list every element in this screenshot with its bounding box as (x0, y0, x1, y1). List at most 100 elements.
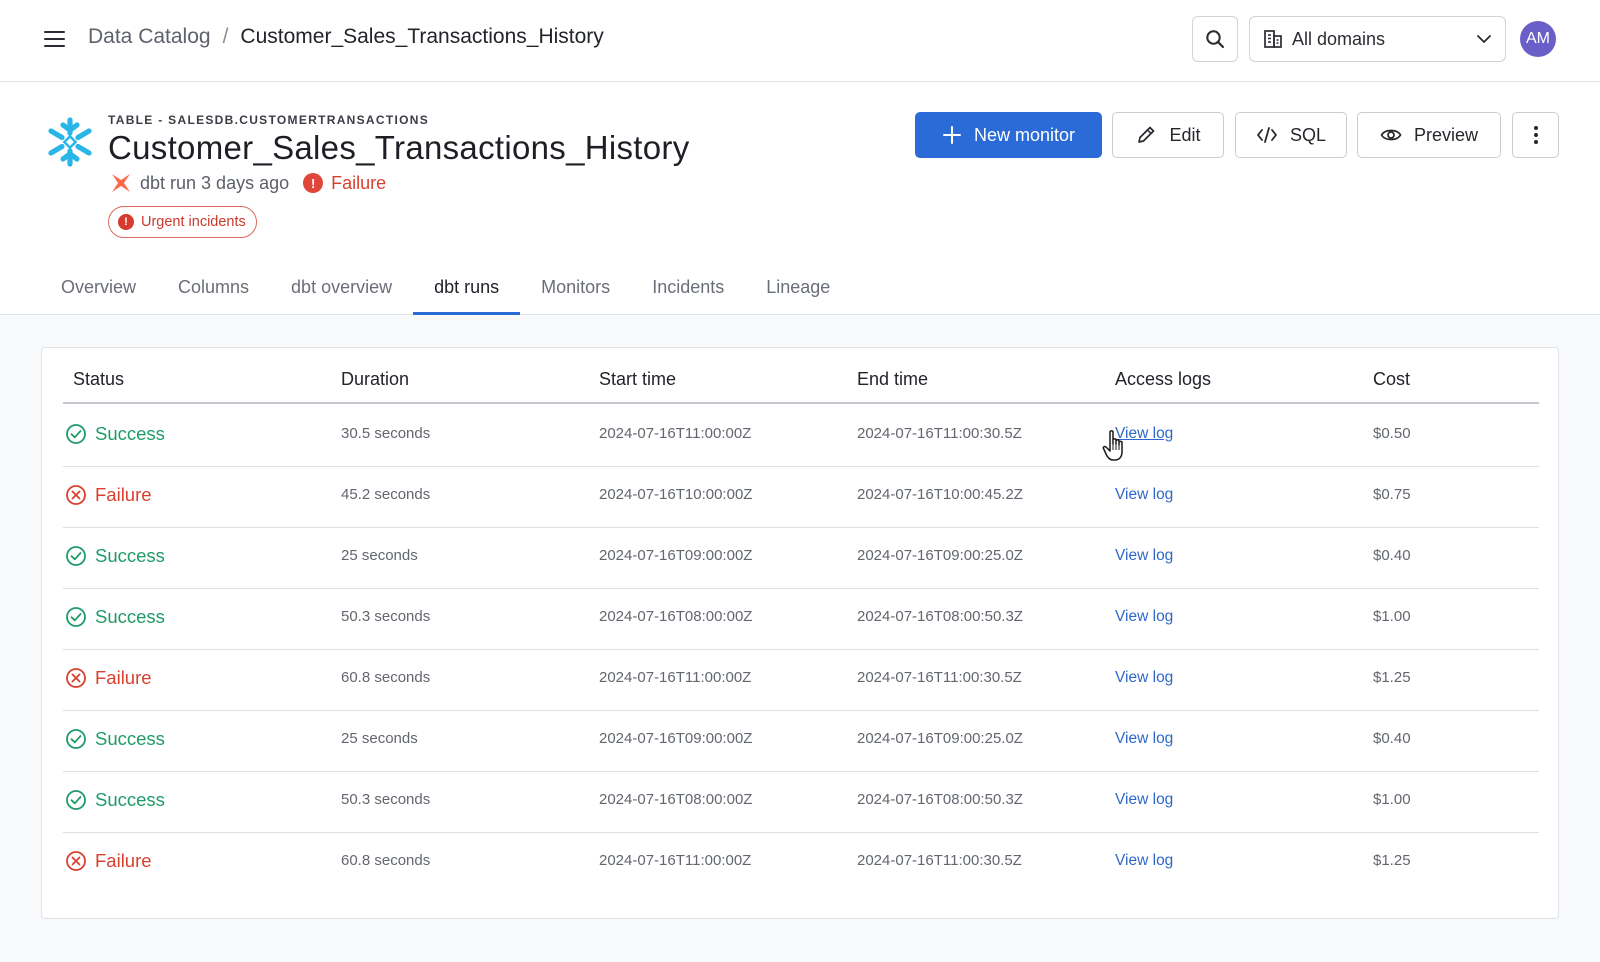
run-end-time: 2024-07-16T10:00:45.2Z (857, 486, 1023, 503)
table-row: Failure 45.2 seconds 2024-07-16T10:00:00Z 2… (63, 466, 1539, 528)
run-status: Success (65, 606, 165, 628)
check-circle-icon (66, 424, 86, 444)
view-log-link[interactable]: View log (1115, 608, 1173, 625)
check-circle-icon (66, 546, 86, 566)
run-duration: 50.3 seconds (341, 791, 431, 808)
new-monitor-button[interactable]: New monitor (915, 112, 1102, 158)
run-status-label: Failure (95, 850, 152, 871)
building-icon (1264, 30, 1282, 48)
edit-label: Edit (1169, 124, 1201, 145)
run-status: Failure (65, 484, 152, 506)
run-duration: 25 seconds (341, 547, 418, 564)
run-duration: 60.8 seconds (341, 669, 431, 686)
dbt-icon (112, 174, 130, 192)
more-options-button[interactable] (1512, 112, 1559, 158)
tab-columns[interactable]: Columns (157, 267, 270, 315)
tab-lineage[interactable]: Lineage (745, 267, 851, 315)
snowflake-icon (48, 117, 92, 167)
run-status-label: Success (95, 728, 165, 749)
run-cost: $1.00 (1373, 791, 1411, 808)
run-end-time: 2024-07-16T09:00:25.0Z (857, 730, 1023, 747)
run-status-label: Failure (95, 667, 152, 688)
chevron-down-icon (1477, 35, 1491, 43)
dbt-run-time: dbt run 3 days ago (140, 172, 290, 193)
run-status-label: Success (95, 545, 165, 566)
asset-type-label: TABLE - SALESDB.CUSTOMERTRANSACTIONS (108, 113, 430, 127)
pencil-icon (1138, 126, 1155, 143)
tab-incidents[interactable]: Incidents (631, 267, 745, 315)
tab-dbt-runs[interactable]: dbt runs (413, 267, 521, 315)
run-end-time: 2024-07-16T09:00:25.0Z (857, 547, 1023, 564)
column-header-duration[interactable]: Duration (341, 369, 409, 390)
edit-button[interactable]: Edit (1112, 112, 1224, 158)
preview-button[interactable]: Preview (1357, 112, 1501, 158)
tab-monitors[interactable]: Monitors (520, 267, 631, 315)
search-icon (1206, 30, 1225, 49)
run-status: Success (65, 728, 165, 750)
breadcrumb-data-catalog[interactable]: Data Catalog (88, 25, 211, 49)
check-circle-icon (66, 790, 86, 810)
run-end-time: 2024-07-16T08:00:50.3Z (857, 608, 1023, 625)
run-status: Failure (65, 667, 152, 689)
sql-label: SQL (1289, 124, 1327, 145)
tab-bar: Overview Columns dbt overview dbt runs Monit… (40, 267, 851, 315)
check-circle-icon (66, 729, 86, 749)
run-status: Success (65, 789, 165, 811)
top-bar: Data Catalog / Customer_Sales_Transactio… (0, 0, 1600, 82)
column-header-start-time[interactable]: Start time (599, 369, 676, 390)
run-status-label: Success (95, 606, 165, 627)
tab-overview[interactable]: Overview (40, 267, 157, 315)
view-log-link[interactable]: View log (1115, 852, 1173, 869)
tab-dbt-overview[interactable]: dbt overview (270, 267, 413, 315)
table-header: Status Duration Start time End time Acce… (63, 348, 1539, 404)
run-status: Success (65, 423, 165, 445)
view-log-link[interactable]: View log (1115, 425, 1173, 442)
domain-select[interactable]: All domains (1249, 16, 1506, 62)
asset-header: TABLE - SALESDB.CUSTOMERTRANSACTIONS Cus… (0, 83, 1600, 315)
preview-label: Preview (1413, 124, 1479, 145)
check-circle-icon (66, 607, 86, 627)
run-duration: 50.3 seconds (341, 608, 431, 625)
column-header-cost[interactable]: Cost (1373, 369, 1410, 390)
new-monitor-label: New monitor (973, 124, 1076, 145)
sql-button[interactable]: SQL (1235, 112, 1347, 158)
table-row: Failure 60.8 seconds 2024-07-16T11:00:00Z 2… (63, 649, 1539, 711)
column-header-status[interactable]: Status (73, 369, 124, 390)
run-status-label: Success (95, 789, 165, 810)
table-row: Success 50.3 seconds 2024-07-16T08:00:00Z 2… (63, 771, 1539, 833)
column-header-access-logs[interactable]: Access logs (1115, 369, 1211, 390)
page-title: Customer_Sales_Transactions_History (108, 129, 690, 166)
run-start-time: 2024-07-16T09:00:00Z (599, 547, 753, 564)
alert-circle-icon: ! (303, 173, 324, 193)
view-log-link[interactable]: View log (1115, 669, 1173, 686)
hamburger-icon[interactable] (40, 26, 68, 52)
column-header-end-time[interactable]: End time (857, 369, 928, 390)
x-circle-icon (66, 485, 86, 505)
run-status: Failure (65, 850, 152, 872)
run-start-time: 2024-07-16T11:00:00Z (599, 852, 752, 869)
eye-icon (1380, 129, 1402, 141)
search-button[interactable] (1192, 16, 1238, 62)
urgent-incidents-label: Urgent incidents (141, 214, 246, 230)
avatar[interactable]: AM (1520, 21, 1556, 57)
run-status: Failure (331, 172, 387, 193)
run-cost: $1.00 (1373, 608, 1411, 625)
table-row: Success 25 seconds 2024-07-16T09:00:00Z 202… (63, 527, 1539, 589)
run-start-time: 2024-07-16T11:00:00Z (599, 669, 752, 686)
dbt-runs-table: Status Duration Start time End time Acce… (41, 347, 1559, 919)
view-log-link[interactable]: View log (1115, 486, 1173, 503)
urgent-incidents-badge[interactable]: ! Urgent incidents (108, 206, 257, 238)
x-circle-icon (66, 668, 86, 688)
run-status-label: Failure (95, 484, 152, 505)
table-row: Success 25 seconds 2024-07-16T09:00:00Z 202… (63, 710, 1539, 772)
view-log-link[interactable]: View log (1115, 730, 1173, 747)
run-status: Success (65, 545, 165, 567)
view-log-link[interactable]: View log (1115, 547, 1173, 564)
table-row: Success 30.5 seconds 2024-07-16T11:00:00Z 2… (63, 405, 1539, 467)
breadcrumb-separator: / (222, 25, 229, 48)
run-cost: $1.25 (1373, 852, 1411, 869)
run-cost: $0.40 (1373, 730, 1411, 747)
run-status-label: Success (95, 423, 165, 444)
view-log-link[interactable]: View log (1115, 791, 1173, 808)
run-start-time: 2024-07-16T08:00:00Z (599, 791, 753, 808)
